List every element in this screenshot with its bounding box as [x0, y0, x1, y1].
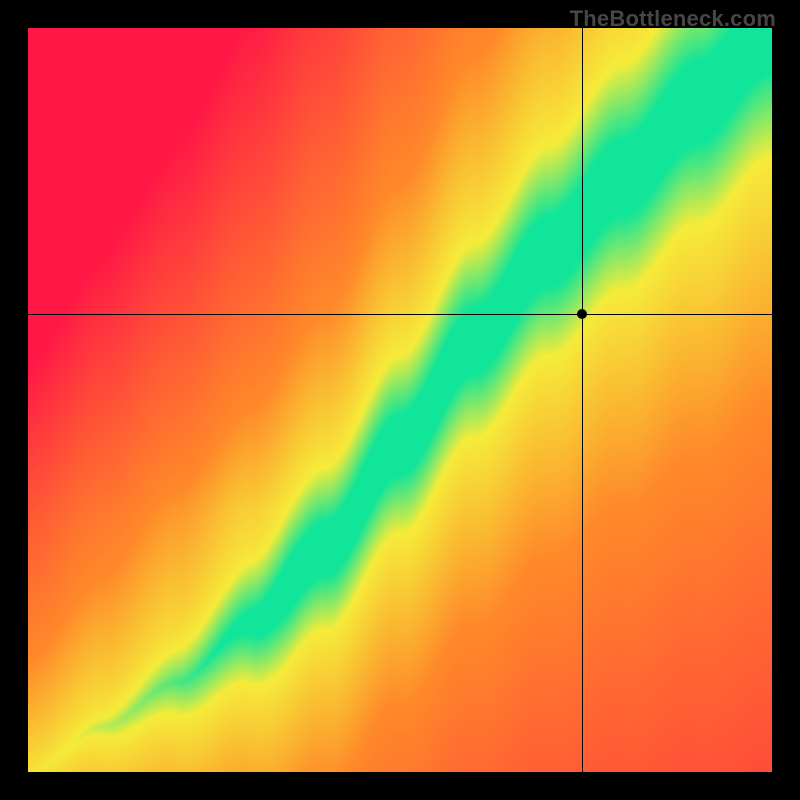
crosshair-vertical — [582, 28, 583, 772]
watermark-text: TheBottleneck.com — [570, 6, 776, 32]
crosshair-horizontal — [28, 314, 772, 315]
chart-frame: TheBottleneck.com — [0, 0, 800, 800]
heatmap-canvas — [28, 28, 772, 772]
plot-area — [28, 28, 772, 772]
